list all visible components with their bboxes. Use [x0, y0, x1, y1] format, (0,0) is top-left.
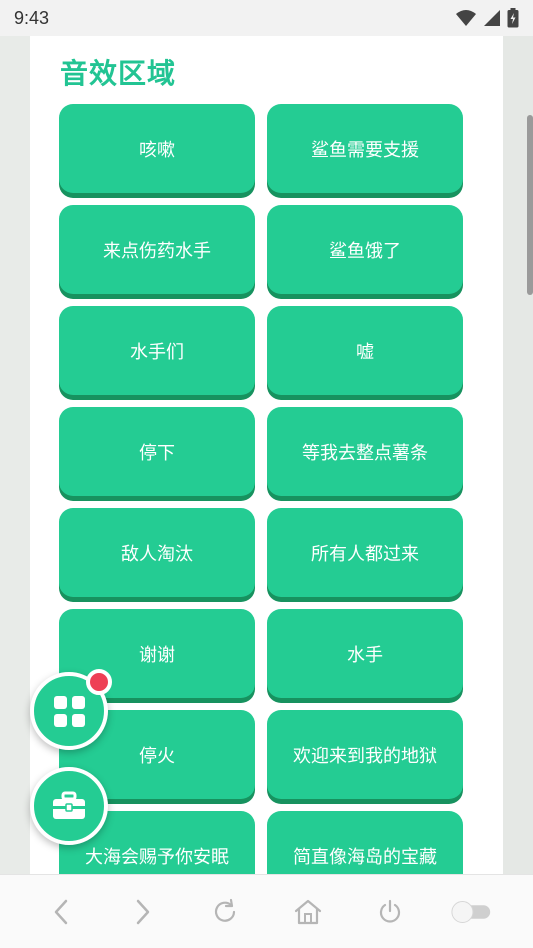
toggle-button[interactable]	[450, 890, 494, 934]
home-icon	[294, 899, 321, 924]
power-button[interactable]	[368, 890, 412, 934]
sound-button-grid: 咳嗽 鲨鱼需要支援 来点伤药水手 鲨鱼饿了 水手们 嘘 停下 等我去整点薯条 敌…	[59, 104, 463, 874]
status-icons	[455, 8, 519, 28]
section-title: 音效区域	[60, 57, 177, 90]
sound-button[interactable]: 鲨鱼需要支援	[267, 104, 463, 193]
toolbox-icon	[53, 791, 85, 819]
toggle-icon	[451, 900, 491, 923]
signal-icon	[484, 10, 500, 26]
sound-button[interactable]: 等我去整点薯条	[267, 407, 463, 496]
sound-button[interactable]: 简直像海岛的宝藏	[267, 811, 463, 874]
sound-button[interactable]: 敌人淘汰	[59, 508, 255, 597]
sound-button[interactable]: 欢迎来到我的地狱	[267, 710, 463, 799]
refresh-icon	[215, 898, 236, 922]
wifi-icon	[456, 10, 476, 26]
status-bar: 9:43	[0, 0, 533, 36]
apps-grid-icon	[53, 695, 85, 727]
status-time: 9:43	[14, 7, 50, 28]
sound-effects-card: 音效区域 咳嗽 鲨鱼需要支援 来点伤药水手 鲨鱼饿了 水手们 嘘 停下 等我去整…	[30, 36, 503, 874]
back-button[interactable]	[39, 890, 83, 934]
sound-button[interactable]: 水手	[267, 609, 463, 698]
sound-button[interactable]: 来点伤药水手	[59, 205, 255, 294]
home-button[interactable]	[286, 890, 330, 934]
sound-button[interactable]: 水手们	[59, 306, 255, 395]
battery-icon	[507, 8, 519, 28]
sound-button[interactable]: 嘘	[267, 306, 463, 395]
power-icon	[379, 899, 400, 923]
toolbox-fab[interactable]	[30, 767, 108, 845]
browser-nav-bar	[0, 874, 533, 948]
sound-button[interactable]: 鲨鱼饿了	[267, 205, 463, 294]
left-gutter	[0, 36, 30, 874]
forward-icon	[136, 899, 150, 924]
scrollbar[interactable]	[527, 115, 533, 295]
sound-button[interactable]: 所有人都过来	[267, 508, 463, 597]
sound-button[interactable]: 停下	[59, 407, 255, 496]
notification-badge	[86, 669, 112, 695]
sound-button[interactable]: 咳嗽	[59, 104, 255, 193]
back-icon	[54, 899, 68, 924]
refresh-button[interactable]	[203, 890, 247, 934]
forward-button[interactable]	[121, 890, 165, 934]
screen: 9:43 音效区域 咳嗽 鲨鱼需要支援 来点伤药水手 鲨鱼饿了 水手们 嘘 停下…	[0, 0, 533, 948]
